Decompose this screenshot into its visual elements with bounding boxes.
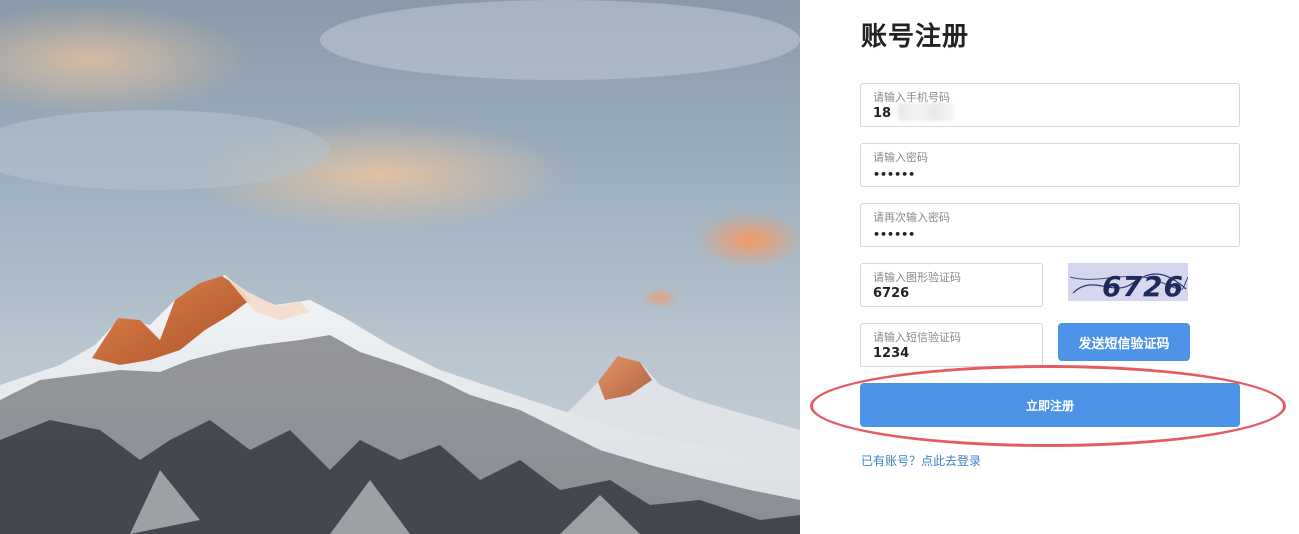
login-link[interactable]: 已有账号？点此去登录	[861, 452, 981, 469]
password-confirm-placeholder: 请再次输入密码	[873, 211, 950, 224]
hero-mountain-image	[0, 0, 800, 534]
send-sms-button[interactable]: 发送短信验证码	[1058, 323, 1190, 361]
page-title: 账号注册	[861, 22, 970, 52]
password-field[interactable]: 请输入密码 ••••••	[860, 143, 1240, 187]
captcha-text: 6726	[1102, 270, 1184, 301]
password-confirm-value: ••••••	[873, 228, 916, 241]
password-placeholder: 请输入密码	[873, 151, 928, 164]
image-captcha-field[interactable]: 请输入图形验证码 6726	[860, 263, 1043, 307]
captcha-image[interactable]: 6726	[1068, 263, 1188, 301]
phone-value: 18	[873, 106, 892, 121]
register-button[interactable]: 立即注册	[860, 383, 1240, 427]
password-value: ••••••	[873, 168, 916, 181]
sms-code-value: 1234	[873, 346, 910, 361]
password-confirm-field[interactable]: 请再次输入密码 ••••••	[860, 203, 1240, 247]
phone-redaction	[898, 103, 954, 121]
image-captcha-value: 6726	[873, 286, 910, 301]
sms-code-placeholder: 请输入短信验证码	[873, 331, 961, 344]
sms-code-field[interactable]: 请输入短信验证码 1234	[860, 323, 1043, 367]
image-captcha-placeholder: 请输入图形验证码	[873, 271, 961, 284]
